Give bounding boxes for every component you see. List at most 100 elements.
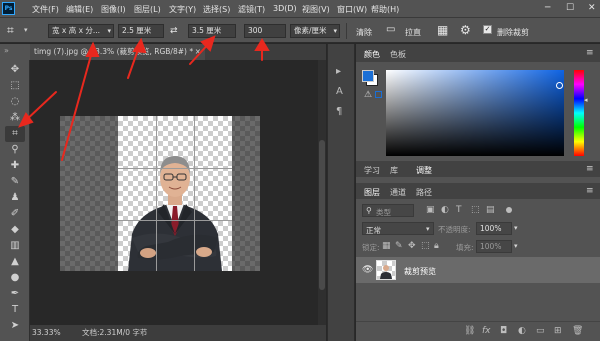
color-field[interactable]	[386, 70, 564, 156]
new-layer-icon[interactable]: ⊞	[554, 326, 562, 336]
menu-layer[interactable]: 图层(L)	[134, 4, 161, 15]
path-select-tool-icon[interactable]: ➤	[5, 318, 25, 334]
trash-icon[interactable]: 🗑︎	[572, 326, 583, 336]
crop-preset-icon[interactable]: ⌗	[7, 23, 14, 38]
chevron-down-icon[interactable]: ▾	[514, 224, 518, 232]
crop-preview-image[interactable]	[118, 116, 232, 271]
chevron-down-icon[interactable]: ▾	[24, 26, 28, 34]
grid-overlay-icon[interactable]: ▦	[437, 23, 448, 37]
eyedropper-tool-icon[interactable]: ⚲	[5, 142, 25, 158]
height-input[interactable]: 3.5 厘米	[188, 24, 236, 38]
gear-icon[interactable]: ⚙	[460, 23, 471, 37]
panel-menu-icon[interactable]: ≡	[586, 186, 594, 196]
menu-view[interactable]: 视图(V)	[302, 4, 330, 15]
lock-artboard-icon[interactable]: ⬚	[421, 241, 430, 251]
move-tool-icon[interactable]: ✥	[5, 62, 25, 78]
delete-cropped-checkbox[interactable]: ✓	[483, 25, 492, 34]
minimize-icon[interactable]: ─	[545, 3, 550, 13]
type-filter-icon[interactable]: T	[456, 205, 462, 215]
blur-tool-icon[interactable]: ▲	[5, 254, 25, 270]
clear-button[interactable]: 清除	[356, 27, 372, 38]
zoom-level[interactable]: 33.33%	[32, 325, 61, 341]
tab-color[interactable]: 颜色	[364, 49, 380, 60]
collapse-icon[interactable]: »	[4, 46, 9, 55]
magic-wand-tool-icon[interactable]: ⁂	[5, 110, 25, 126]
maximize-icon[interactable]: ☐	[566, 3, 574, 13]
brush-tool-icon[interactable]: ✎	[5, 174, 25, 190]
tab-channels[interactable]: 通道	[390, 187, 406, 198]
tab-learn[interactable]: 学习	[364, 165, 380, 176]
dodge-tool-icon[interactable]: ●	[5, 270, 25, 286]
resolution-input[interactable]: 300	[244, 24, 286, 38]
adjustment-filter-icon[interactable]: ◐	[441, 205, 449, 215]
close-icon[interactable]: ✕	[588, 3, 596, 13]
add-mask-icon[interactable]: ◘	[500, 326, 507, 336]
swap-icon[interactable]: ⇄	[170, 26, 178, 36]
crop-tool-icon[interactable]: ⌗	[5, 126, 25, 142]
web-safe-icon[interactable]	[375, 91, 382, 98]
width-input[interactable]: 2.5 厘米	[118, 24, 164, 38]
menu-help[interactable]: 帮助(H)	[371, 4, 399, 15]
panel-menu-icon[interactable]: ≡	[586, 164, 594, 174]
menu-file[interactable]: 文件(F)	[32, 4, 59, 15]
group-folder-icon[interactable]: ▭	[536, 326, 545, 336]
actions-panel-icon[interactable]: A	[336, 86, 343, 97]
pixel-filter-icon[interactable]: ▣	[426, 205, 435, 215]
chevron-right-icon[interactable]: ›	[140, 325, 143, 341]
marquee-tool-icon[interactable]: ⬚	[5, 78, 25, 94]
close-tab-icon[interactable]: ×	[195, 44, 201, 60]
shape-filter-icon[interactable]: ⬚	[471, 205, 480, 215]
filter-toggle-icon[interactable]	[506, 207, 512, 213]
canvas-area[interactable]	[31, 60, 318, 325]
paragraph-panel-icon[interactable]: ¶	[336, 106, 342, 117]
scrollbar-thumb[interactable]	[319, 140, 325, 290]
menu-edit[interactable]: 编辑(E)	[66, 4, 93, 15]
layer-row[interactable]: 👁︎ 裁剪预览	[356, 257, 600, 283]
color-picker-handle[interactable]	[556, 82, 563, 89]
tab-paths[interactable]: 路径	[416, 187, 432, 198]
history-panel-icon[interactable]: ▸	[336, 66, 341, 77]
panel-menu-icon[interactable]: ≡	[586, 48, 594, 58]
menu-select[interactable]: 选择(S)	[203, 4, 230, 15]
menu-window[interactable]: 窗口(W)	[337, 4, 367, 15]
gradient-tool-icon[interactable]: ▥	[5, 238, 25, 254]
lock-transparency-icon[interactable]: ▦	[382, 241, 391, 251]
lock-position-icon[interactable]: ✥	[408, 241, 416, 251]
tab-adjustments[interactable]: 调整	[416, 165, 432, 176]
eraser-tool-icon[interactable]: ◆	[5, 222, 25, 238]
straighten-button[interactable]: 拉直	[405, 27, 421, 38]
tab-swatches[interactable]: 色板	[390, 49, 406, 60]
layer-name[interactable]: 裁剪预览	[404, 266, 436, 277]
straighten-icon[interactable]: ▭	[386, 24, 395, 35]
smart-object-filter-icon[interactable]: ▤	[486, 205, 495, 215]
hue-slider-handle-icon[interactable]: ◂	[584, 96, 588, 104]
lasso-tool-icon[interactable]: ◌	[5, 94, 25, 110]
link-layers-icon[interactable]: ⛓	[464, 326, 475, 336]
menu-type[interactable]: 文字(Y)	[169, 4, 196, 15]
fx-icon[interactable]: fx	[482, 326, 491, 336]
foreground-color-swatch[interactable]	[362, 70, 374, 82]
stamp-tool-icon[interactable]: ♟	[5, 190, 25, 206]
layer-filter-select[interactable]: ⚲ 类型	[362, 204, 414, 217]
tab-layers[interactable]: 图层	[364, 187, 380, 198]
tab-libraries[interactable]: 库	[390, 165, 398, 176]
ratio-select[interactable]: 宽 x 高 x 分... ▾	[48, 24, 114, 38]
resolution-unit-select[interactable]: 像素/厘米 ▾	[290, 24, 340, 38]
document-tab[interactable]: timg (7).jpg @ 33.3% (裁剪预览, RGB/8#) * ×	[30, 44, 205, 60]
type-tool-icon[interactable]: T	[5, 302, 25, 318]
menu-3d[interactable]: 3D(D)	[273, 4, 297, 13]
adjustment-layer-icon[interactable]: ◐	[518, 326, 526, 336]
history-brush-tool-icon[interactable]: ✐	[5, 206, 25, 222]
menu-filter[interactable]: 滤镜(T)	[238, 4, 265, 15]
chevron-down-icon[interactable]: ▾	[514, 242, 518, 250]
lock-pixels-icon[interactable]: ✎	[395, 241, 403, 251]
eye-visibility-icon[interactable]: 👁︎	[362, 265, 373, 275]
menu-image[interactable]: 图像(I)	[101, 4, 126, 15]
hue-slider[interactable]	[574, 70, 584, 156]
warning-icon[interactable]: ⚠	[364, 90, 372, 100]
vertical-scrollbar[interactable]	[318, 60, 326, 325]
pen-tool-icon[interactable]: ✒	[5, 286, 25, 302]
fill-input[interactable]: 100%	[476, 240, 512, 253]
opacity-input[interactable]: 100%	[476, 222, 512, 235]
blend-mode-select[interactable]: 正常 ▾	[362, 222, 434, 235]
